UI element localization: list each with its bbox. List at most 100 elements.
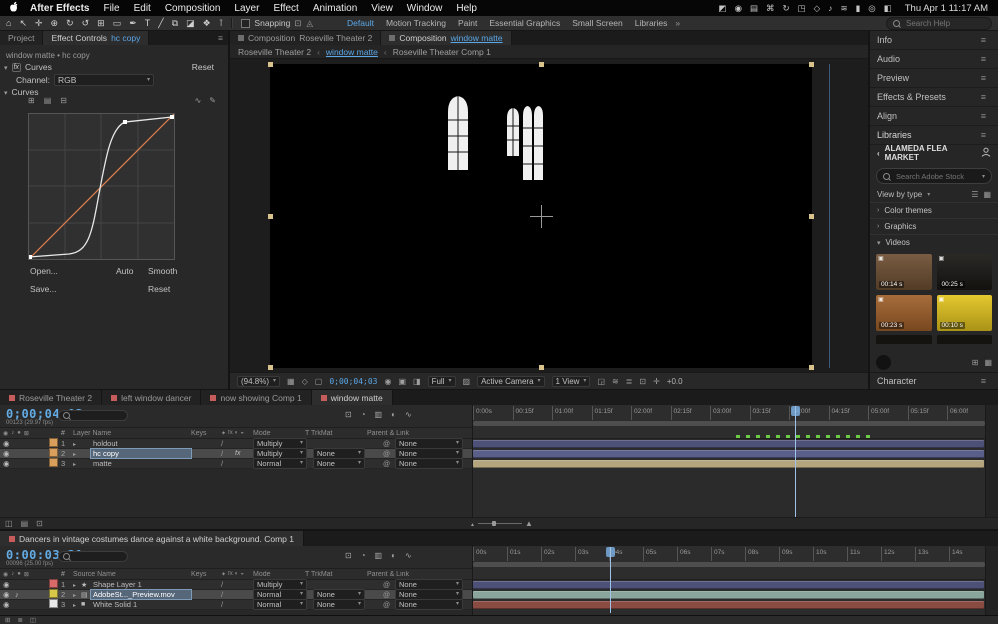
camera-select[interactable]: Active Camera [477, 375, 545, 387]
expand-arrow-icon[interactable] [73, 459, 81, 468]
menubar-clock[interactable]: Thu Apr 1 11:17 AM [905, 3, 988, 14]
quality-toggle[interactable]: / [221, 580, 235, 589]
selection-handle[interactable] [268, 365, 273, 370]
blend-mode-select[interactable]: Normal [253, 458, 307, 469]
visibility-toggle[interactable]: ◉ [3, 439, 15, 448]
layer-label-swatch[interactable] [49, 438, 58, 447]
account-icon[interactable] [981, 147, 991, 159]
snapshot-icon[interactable]: ◉ [384, 377, 391, 386]
keyframe-marks[interactable] [736, 435, 876, 438]
selection-handle[interactable] [268, 214, 273, 219]
breadcrumb-item[interactable]: Roseville Theater 2 [238, 47, 311, 57]
pencil-curve-icon[interactable]: ✎ [209, 96, 216, 105]
library-name[interactable]: ALAMEDA FLEA MARKET [885, 144, 976, 162]
workspace-button[interactable]: Motion Tracking [386, 18, 446, 28]
zoom-out-icon[interactable] [470, 519, 475, 528]
stock-video-thumbnail[interactable]: 00:10 s [936, 295, 992, 331]
menu-item[interactable]: File [103, 3, 119, 14]
parent-pickwhip-icon[interactable] [383, 449, 395, 458]
flowchart-icon[interactable]: ⊡ [639, 377, 646, 386]
composition-viewer[interactable] [230, 59, 868, 372]
panel-tab[interactable]: Preview [870, 69, 998, 88]
grid-and-guides-icon[interactable]: ▦ [287, 377, 295, 386]
rotation-tool[interactable]: ↺ [82, 18, 90, 29]
layer-duration-bar[interactable] [473, 440, 984, 448]
add-library-item-icon[interactable]: ⊞ [972, 358, 979, 367]
shape-tool[interactable]: ▭ [113, 18, 122, 29]
airplay-icon[interactable]: ◳ [798, 3, 806, 14]
selection-handle[interactable] [809, 365, 814, 370]
snap-features-icon[interactable]: ◬ [306, 18, 313, 29]
panel-tab[interactable]: Align [870, 107, 998, 126]
composition-panel-icon[interactable]: ⊞ [5, 616, 10, 624]
layer-duration-bar[interactable] [473, 601, 984, 609]
layer-name[interactable]: White Solid 1 [91, 600, 191, 609]
menu-item[interactable]: Window [407, 3, 443, 14]
audio-toggle[interactable]: ♪ [15, 590, 27, 599]
quality-toggle[interactable]: / [221, 439, 235, 448]
selection-handle[interactable] [268, 62, 273, 67]
list-view-icon[interactable]: ☰ [971, 190, 978, 199]
quality-toggle[interactable]: / [221, 600, 235, 609]
timeline-scrollbar[interactable] [985, 546, 998, 615]
timeline-search[interactable] [58, 410, 128, 421]
frame-blend-icon[interactable]: ▥ [375, 551, 383, 560]
stock-search[interactable]: ▾ [876, 168, 992, 184]
expand-arrow-icon[interactable] [73, 439, 81, 448]
composition-viewport[interactable] [268, 62, 814, 370]
panel-menu-icon[interactable] [976, 376, 991, 386]
layer-name[interactable]: matte [91, 459, 191, 468]
home-tool[interactable]: ⌂ [6, 18, 11, 28]
expand-arrow-icon[interactable] [4, 62, 8, 72]
parent-pickwhip-icon[interactable] [383, 459, 395, 468]
tab-character[interactable]: Character [870, 372, 998, 389]
playhead-line[interactable] [610, 547, 611, 613]
zoom-tool[interactable]: ⊕ [51, 18, 59, 29]
in-out-columns-icon[interactable]: ⊡ [36, 519, 43, 528]
view-layout-select[interactable]: 1 View [551, 375, 591, 387]
apple-menu-icon[interactable] [10, 1, 20, 16]
workspace-button[interactable]: Paint [458, 18, 477, 28]
screen-record-icon[interactable]: ◉ [735, 3, 742, 14]
quality-toggle[interactable]: / [221, 449, 235, 458]
motion-blur-icon[interactable]: ◐ [391, 410, 396, 419]
panel-menu-icon[interactable] [213, 31, 228, 45]
layer-label-swatch[interactable] [49, 599, 58, 608]
visibility-toggle[interactable]: ◉ [3, 449, 15, 458]
mini-flowchart-icon[interactable]: ⊡ [345, 410, 352, 419]
roto-brush-tool[interactable]: ❖ [203, 18, 211, 29]
draft-3d-icon[interactable]: ◔ [361, 410, 366, 419]
pen-tool[interactable]: ✒ [129, 18, 137, 29]
stock-video-thumbnail[interactable]: 00:25 s [936, 254, 992, 290]
curves-editor[interactable] [28, 113, 175, 260]
breadcrumb-item[interactable]: Roseville Theater Comp 1 [378, 47, 491, 57]
region-of-interest-icon[interactable]: ▢ [315, 377, 323, 386]
clone-stamp-tool[interactable]: ⧉ [172, 18, 178, 29]
grid-detail-icon[interactable]: ⊟ [60, 96, 67, 105]
snap-edges-icon[interactable]: ⊡ [294, 18, 301, 29]
reset-button[interactable]: Reset [148, 284, 170, 294]
selection-handle[interactable] [539, 365, 544, 370]
layer-row[interactable]: ◉ 3 ■ White Solid 1 / Normal None [0, 599, 998, 610]
stock-video-thumbnail-partial[interactable] [876, 335, 932, 344]
expand-arrow-icon[interactable] [73, 580, 81, 589]
mini-flowchart-icon[interactable]: ⊡ [345, 551, 352, 560]
control-center-icon[interactable]: ◧ [884, 3, 892, 14]
timeline-tab[interactable]: left window dancer [102, 390, 202, 405]
channels-icon[interactable]: ◨ [413, 377, 421, 386]
effect-reset-link[interactable]: Reset [192, 62, 214, 72]
save-button[interactable]: Save... [30, 284, 56, 294]
timeline-search[interactable] [58, 551, 128, 562]
transparency-grid-icon[interactable]: ▨ [463, 377, 471, 386]
panel-menu-icon[interactable] [976, 54, 991, 64]
layer-duration-bar[interactable] [473, 450, 984, 458]
battery-icon[interactable]: ▮ [856, 3, 861, 14]
timeline-tab[interactable]: now showing Comp 1 [201, 390, 312, 405]
layer-label-swatch[interactable] [49, 579, 58, 588]
parent-pickwhip-icon[interactable] [383, 439, 395, 448]
tab-project[interactable]: Project [0, 31, 44, 45]
stock-video-thumbnail-partial[interactable] [936, 335, 992, 344]
exposure-value[interactable]: +0.0 [667, 377, 683, 386]
auto-button[interactable]: Auto [116, 266, 134, 276]
panel-menu-icon[interactable] [976, 35, 991, 45]
